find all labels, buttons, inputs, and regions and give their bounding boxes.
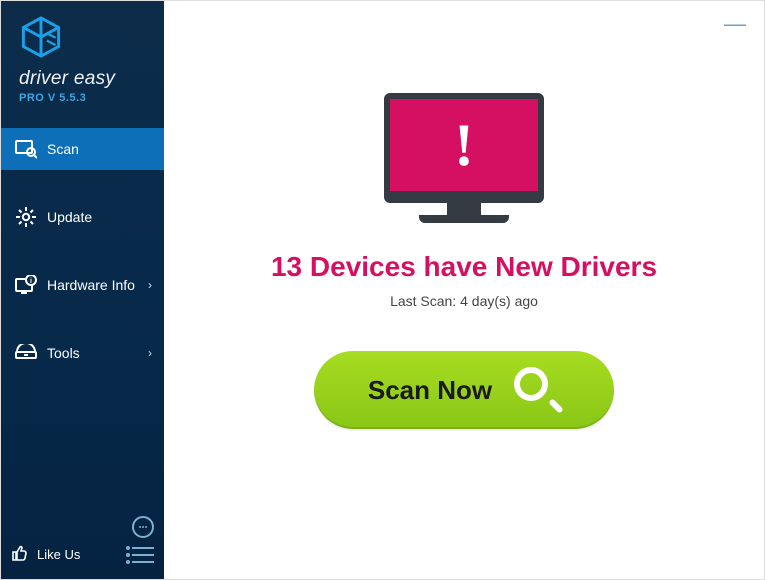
- chevron-right-icon: ›: [148, 346, 152, 360]
- sidebar-item-scan[interactable]: Scan: [1, 128, 164, 170]
- sidebar-item-hardware-info[interactable]: i Hardware Info ›: [1, 264, 164, 306]
- sidebar-item-tools[interactable]: Tools ›: [1, 332, 164, 374]
- tools-icon: [15, 342, 37, 364]
- sidebar-bottom: Like Us: [1, 506, 164, 579]
- main-content: — ! 13 Devices have New Drivers Last Sca…: [164, 1, 764, 579]
- search-icon: [514, 367, 560, 413]
- monitor-base: [419, 215, 509, 223]
- window-minimize-button[interactable]: —: [724, 11, 746, 37]
- scan-now-label: Scan Now: [368, 375, 492, 406]
- sidebar-item-label: Update: [47, 209, 92, 225]
- monitor-screen: !: [384, 93, 544, 203]
- gear-icon: [15, 206, 37, 228]
- status-headline: 13 Devices have New Drivers: [271, 251, 657, 283]
- thumbs-up-icon: [11, 544, 29, 565]
- brand-block: driver easy PRO V 5.5.3: [1, 1, 164, 112]
- hardware-info-icon: i: [15, 274, 37, 296]
- feedback-icon[interactable]: [132, 516, 154, 538]
- app-window: driver easy PRO V 5.5.3 Scan Update i: [1, 1, 764, 579]
- menu-list-icon[interactable]: [132, 547, 154, 563]
- sidebar-nav: Scan Update i Hardware Info › Tools: [1, 128, 164, 400]
- brand-logo-icon: [19, 15, 63, 59]
- monitor-stand: [447, 203, 481, 215]
- sidebar-item-label: Scan: [47, 141, 79, 157]
- like-us-label: Like Us: [37, 547, 80, 562]
- scan-now-button[interactable]: Scan Now: [314, 351, 614, 429]
- status-monitor-graphic: !: [384, 93, 544, 223]
- last-scan-text: Last Scan: 4 day(s) ago: [390, 293, 538, 309]
- svg-text:i: i: [30, 278, 32, 285]
- brand-edition: PRO V 5.5.3: [19, 92, 154, 104]
- alert-exclamation-icon: !: [454, 111, 474, 180]
- brand-name: driver easy: [19, 68, 154, 90]
- like-us-button[interactable]: Like Us: [11, 544, 80, 565]
- sidebar-item-label: Hardware Info: [47, 277, 135, 293]
- scan-icon: [15, 138, 37, 160]
- chevron-right-icon: ›: [148, 278, 152, 292]
- sidebar-item-label: Tools: [47, 345, 80, 361]
- sidebar: driver easy PRO V 5.5.3 Scan Update i: [1, 1, 164, 579]
- sidebar-item-update[interactable]: Update: [1, 196, 164, 238]
